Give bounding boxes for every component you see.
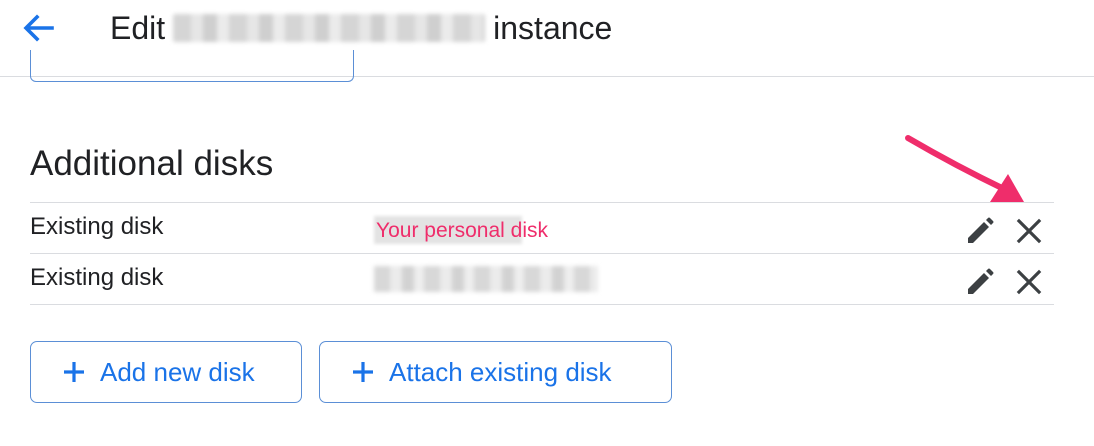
arrow-back-icon: [23, 14, 54, 42]
page-title: Edit instance: [110, 6, 612, 50]
plus-icon: [64, 362, 84, 382]
back-button[interactable]: [18, 8, 58, 48]
remove-disk-button[interactable]: [1013, 266, 1045, 298]
pencil-icon: [968, 268, 994, 294]
disk-row: Existing disk: [30, 253, 1054, 305]
add-new-disk-button[interactable]: Add new disk: [30, 341, 302, 403]
pencil-icon: [968, 217, 994, 243]
add-new-disk-label: Add new disk: [100, 356, 255, 387]
title-suffix: instance: [493, 10, 613, 46]
attach-existing-disk-button[interactable]: Attach existing disk: [319, 341, 672, 403]
previous-section-card: [30, 50, 354, 82]
plus-icon: [353, 362, 373, 382]
redacted-disk-name: [374, 266, 598, 292]
close-icon: [1016, 218, 1042, 244]
close-icon: [1016, 269, 1042, 295]
edit-disk-button[interactable]: [964, 266, 996, 298]
disk-row: Existing disk Your personal disk: [30, 202, 1054, 253]
disk-table: Existing disk Your personal disk Existin…: [30, 202, 1054, 305]
disk-type: Existing disk: [30, 213, 164, 240]
attach-existing-disk-label: Attach existing disk: [389, 356, 612, 387]
redacted-instance-name: [173, 14, 486, 42]
section-title: Additional disks: [30, 144, 274, 183]
title-prefix: Edit: [110, 10, 166, 46]
edit-disk-button[interactable]: [964, 215, 996, 247]
remove-disk-button[interactable]: [1013, 215, 1045, 247]
disk-name: Your personal disk: [376, 219, 548, 242]
disk-type: Existing disk: [30, 264, 164, 291]
